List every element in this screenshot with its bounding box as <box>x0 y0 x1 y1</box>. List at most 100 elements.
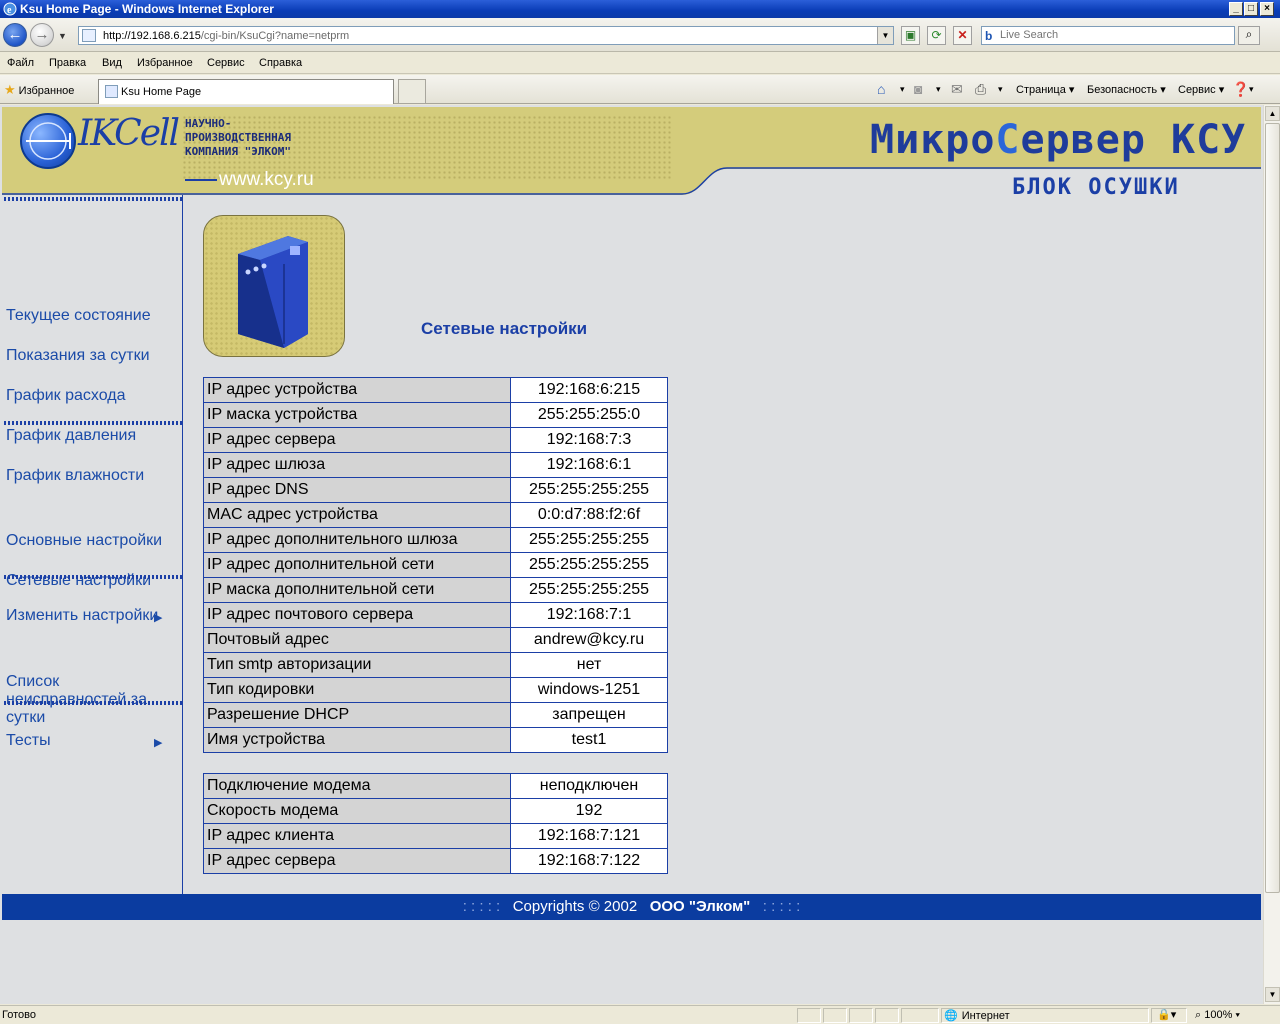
sidebar-item-fault-list[interactable]: Список неисправностей за сутки <box>6 673 178 727</box>
setting-label: IP адрес дополнительного шлюза <box>203 527 511 553</box>
site-url[interactable]: www.kcy.ru <box>185 169 314 191</box>
table-row: IP адрес дополнительного шлюза 255:255:25… <box>203 527 668 553</box>
address-toolbar: ← → ▼ http://192.168.6.215/cgi-bin/KsuCg… <box>0 18 1280 52</box>
maximize-button[interactable]: □ <box>1244 2 1258 16</box>
search-button[interactable]: ⌕ <box>1238 26 1260 45</box>
favorites-button[interactable]: ★ Избранное <box>4 82 74 98</box>
back-button[interactable]: ← <box>3 23 27 47</box>
help-dropdown-icon[interactable]: ▾ <box>1249 84 1254 95</box>
status-panel <box>823 1008 847 1023</box>
page-title: Сетевые настройки <box>421 319 588 338</box>
setting-label: Тип кодировки <box>203 677 511 703</box>
sidebar-item-current-state[interactable]: Текущее состояние <box>6 307 151 325</box>
search-box[interactable]: b <box>981 26 1235 45</box>
search-input[interactable] <box>1000 29 1230 41</box>
menu-help[interactable]: Справка <box>259 57 302 69</box>
setting-value: 192:168:6:1 <box>510 452 668 478</box>
security-zone[interactable]: 🌐 Интернет <box>944 1009 1010 1022</box>
browser-window: e Ksu Home Page - Windows Internet Explo… <box>0 0 1280 1024</box>
globe-icon: 🌐 <box>944 1010 958 1022</box>
table-row: Подключение модема неподключен <box>203 773 668 799</box>
setting-value: andrew@kcy.ru <box>510 627 668 653</box>
sidebar-nav: Текущее состояние Показания за сутки Гра… <box>2 195 183 895</box>
sidebar-item-change-settings[interactable]: Изменить настройки ▶ <box>6 607 176 625</box>
footer-company: ООО "Элком" <box>649 898 751 915</box>
zoom-value: 100% <box>1204 1009 1233 1021</box>
history-dropdown-icon[interactable]: ▼ <box>58 31 67 41</box>
tools-menu[interactable]: Сервис ▾ <box>1178 83 1224 96</box>
page-viewport: IKCell НАУЧНО- ПРОИЗВОДСТВЕННАЯ КОМПАНИЯ… <box>0 105 1263 1004</box>
forward-button[interactable]: → <box>30 23 54 47</box>
tab-ksu-home[interactable]: Ksu Home Page <box>98 79 394 104</box>
home-dropdown-icon[interactable]: ▾ <box>900 84 905 95</box>
table-row: IP адрес клиента 192:168:7:121 <box>203 823 668 849</box>
refresh-icon[interactable]: ⟳ <box>927 26 946 45</box>
setting-value: нет <box>510 652 668 678</box>
setting-value: 192:168:6:215 <box>510 377 668 403</box>
menu-view[interactable]: Вид <box>102 57 122 69</box>
home-icon[interactable]: ⌂ <box>877 81 885 97</box>
company-name: НАУЧНО- ПРОИЗВОДСТВЕННАЯ КОМПАНИЯ "ЭЛКОМ… <box>185 117 291 158</box>
menu-edit[interactable]: Правка <box>49 57 86 69</box>
table-row: IP адрес устройства 192:168:6:215 <box>203 377 668 403</box>
address-url: http://192.168.6.215/cgi-bin/KsuCgi?name… <box>103 30 349 42</box>
scroll-down-icon[interactable]: ▼ <box>1265 987 1280 1002</box>
menu-favorites[interactable]: Избранное <box>137 57 193 69</box>
submenu-arrow-icon: ▶ <box>154 737 163 749</box>
live-search-icon: b <box>985 29 993 43</box>
setting-label: IP адрес DNS <box>203 477 511 503</box>
setting-label: IP адрес устройства <box>203 377 511 403</box>
sidebar-item-flow-chart[interactable]: График расхода <box>6 387 126 405</box>
scroll-up-icon[interactable]: ▲ <box>1265 106 1280 121</box>
brand-part-a: Микро <box>870 117 996 163</box>
security-menu[interactable]: Безопасность ▾ <box>1087 83 1166 96</box>
page-menu[interactable]: Страница ▾ <box>1016 83 1074 96</box>
feeds-dropdown-icon[interactable]: ▾ <box>936 84 941 95</box>
setting-value: 192:168:7:1 <box>510 602 668 628</box>
scroll-thumb[interactable] <box>1265 123 1280 893</box>
table-row: Имя устройства test1 <box>203 727 668 753</box>
minimize-button[interactable]: _ <box>1229 2 1243 16</box>
tools-menu-label: Сервис <box>1178 84 1216 96</box>
feeds-icon[interactable]: ◙ <box>914 81 922 97</box>
arrow-right-icon: → <box>34 26 50 43</box>
setting-value: 255:255:255:255 <box>510 552 668 578</box>
zoom-level[interactable]: ⌕ 100% ▾ <box>1195 1009 1240 1022</box>
lock-icon: 🔒▾ <box>1157 1009 1177 1021</box>
status-text: Готово <box>2 1009 36 1021</box>
address-dropdown-icon[interactable]: ▼ <box>877 27 893 44</box>
table-row: Скорость модема 192 <box>203 798 668 824</box>
sidebar-item-tests[interactable]: Тесты ▶ <box>6 732 176 750</box>
address-bar[interactable]: http://192.168.6.215/cgi-bin/KsuCgi?name… <box>78 26 894 45</box>
setting-value: 0:0:d7:88:f2:6f <box>510 502 668 528</box>
print-icon[interactable]: ⎙ <box>975 81 986 98</box>
compatibility-view-icon[interactable]: ▣ <box>901 26 920 45</box>
zone-label: Интернет <box>961 1010 1010 1022</box>
brand-part-c: ервер КСУ <box>1020 117 1247 163</box>
setting-label: Имя устройства <box>203 727 511 753</box>
sidebar-item-daily-readings[interactable]: Показания за сутки <box>6 347 150 365</box>
modem-settings-table: Подключение модема неподключен Скорость мо… <box>203 773 668 874</box>
setting-label: Почтовый адрес <box>203 627 511 653</box>
mail-icon[interactable]: ✉ <box>951 81 963 98</box>
logo-text: IKCell <box>78 113 180 154</box>
stop-icon[interactable]: ✕ <box>953 26 972 45</box>
status-panel <box>901 1008 939 1023</box>
help-icon[interactable]: ❓ <box>1232 81 1249 98</box>
sidebar-item-main-settings[interactable]: Основные настройки <box>6 532 162 550</box>
menu-tools[interactable]: Сервис <box>207 57 245 69</box>
new-tab-button[interactable] <box>398 79 426 104</box>
table-row: IP адрес почтового сервера 192:168:7:1 <box>203 602 668 628</box>
status-panel <box>797 1008 821 1023</box>
site-url-text: www.kcy.ru <box>219 169 314 190</box>
setting-label: IP адрес почтового сервера <box>203 602 511 628</box>
setting-value: 192:168:7:121 <box>510 823 668 849</box>
menu-file[interactable]: Файл <box>7 57 34 69</box>
close-window-button[interactable]: × <box>1260 2 1274 16</box>
sidebar-item-pressure-chart[interactable]: График давления <box>6 427 136 445</box>
print-dropdown-icon[interactable]: ▾ <box>998 84 1003 95</box>
table-row: MAC адрес устройства 0:0:d7:88:f2:6f <box>203 502 668 528</box>
sidebar-item-humidity-chart[interactable]: График влажности <box>6 467 144 485</box>
vertical-scrollbar[interactable]: ▲ ▼ <box>1263 105 1280 1004</box>
tests-label: Тесты <box>6 732 51 749</box>
